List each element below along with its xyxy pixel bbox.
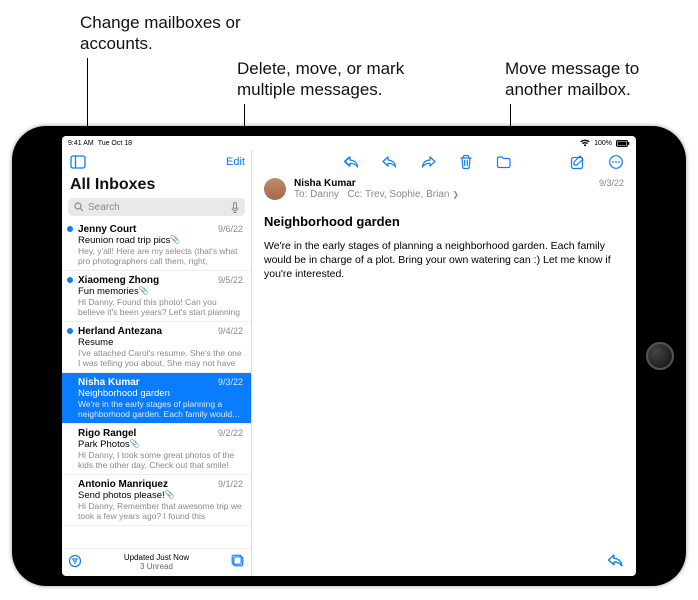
annotation-edit: Delete, move, or mark multiple messages.	[237, 58, 457, 101]
paperclip-icon: 📎	[170, 235, 180, 246]
status-battery-pct: 100%	[594, 140, 612, 147]
row-preview: Hi Danny, Found this photo! Can you beli…	[78, 297, 243, 317]
to-value: Danny	[310, 189, 339, 200]
paperclip-icon: 📎	[165, 490, 175, 501]
status-bar: 9:41 AM Tue Oct 18 100%	[62, 136, 636, 150]
compose-icon[interactable]	[568, 152, 588, 172]
annotation-text: Move message to another mailbox.	[505, 59, 639, 99]
row-subject: Send photos please!	[78, 490, 165, 501]
search-input[interactable]: Search	[68, 198, 245, 216]
annotation-text: Change mailboxes or accounts.	[80, 13, 241, 53]
ipad-frame: 9:41 AM Tue Oct 18 100% Edit	[12, 126, 686, 586]
row-date: 9/2/22	[218, 428, 243, 439]
cc-value: Trev, Sophie, Brian	[365, 189, 449, 200]
row-preview: We're in the early stages of planning a …	[78, 399, 243, 419]
cc-label: Cc:	[347, 189, 362, 200]
chevron-right-icon: ❯	[452, 190, 459, 199]
row-date: 9/5/22	[218, 275, 243, 286]
row-from: Herland Antezana	[78, 326, 218, 337]
avatar[interactable]	[264, 178, 286, 200]
row-preview: I've attached Carol's resume. She's the …	[78, 348, 243, 368]
paperclip-icon: 📎	[139, 286, 149, 297]
list-item[interactable]: Herland Antezana9/4/22 ResumeI've attache…	[62, 322, 251, 373]
row-date: 9/3/22	[218, 377, 243, 388]
status-updated: Updated Just Now	[88, 553, 225, 563]
list-item[interactable]: Rigo Rangel9/2/22 Park Photos📎Hi Danny, I…	[62, 424, 251, 475]
row-preview: Hi Danny, Remember that awesome trip we …	[78, 501, 243, 521]
sidebar-icon[interactable]	[68, 152, 88, 172]
row-subject: Fun memories	[78, 286, 139, 297]
row-from: Jenny Court	[78, 224, 218, 235]
mailbox-title: All Inboxes	[62, 174, 251, 198]
more-icon[interactable]	[606, 152, 626, 172]
message-body: We're in the early stages of planning a …	[264, 239, 624, 282]
annotation-mailboxes: Change mailboxes or accounts.	[80, 12, 280, 55]
message-subject: Neighborhood garden	[264, 214, 624, 229]
row-subject: Neighborhood garden	[78, 388, 170, 399]
to-label: To:	[294, 189, 307, 200]
battery-icon	[616, 140, 630, 147]
mic-icon[interactable]	[231, 202, 239, 213]
reply-icon[interactable]	[606, 550, 626, 570]
unread-dot	[67, 226, 73, 232]
screen: 9:41 AM Tue Oct 18 100% Edit	[62, 136, 636, 576]
filter-icon[interactable]	[68, 554, 82, 570]
trash-icon[interactable]	[456, 152, 476, 172]
row-subject: Park Photos	[78, 439, 130, 450]
annotation-move: Move message to another mailbox.	[505, 58, 685, 101]
unread-dot	[67, 277, 73, 283]
row-date: 9/4/22	[218, 326, 243, 337]
message-list-pane: Edit All Inboxes Search Jenny Court9/6/2…	[62, 150, 252, 576]
row-subject: Resume	[78, 337, 113, 348]
folder-icon[interactable]	[494, 152, 514, 172]
forward-icon[interactable]	[418, 152, 438, 172]
new-mailbox-icon[interactable]	[231, 554, 245, 570]
row-from: Nisha Kumar	[78, 377, 218, 388]
row-date: 9/6/22	[218, 224, 243, 235]
row-from: Rigo Rangel	[78, 428, 218, 439]
status-date: Tue Oct 18	[98, 140, 132, 147]
search-icon	[74, 202, 84, 212]
list-item[interactable]: Xiaomeng Zhong9/5/22 Fun memories📎Hi Dann…	[62, 271, 251, 322]
reply-icon[interactable]	[380, 152, 400, 172]
row-preview: Hi Danny, I took some great photos of th…	[78, 450, 243, 470]
message-recipients[interactable]: To: Danny Cc: Trev, Sophie, Brian ❯	[294, 189, 591, 200]
message-date: 9/3/22	[599, 178, 624, 188]
search-placeholder: Search	[88, 202, 227, 213]
row-from: Antonio Manriquez	[78, 479, 218, 490]
list-item[interactable]: Nisha Kumar9/3/22 Neighborhood gardenWe'r…	[62, 373, 251, 424]
reply-all-icon[interactable]	[342, 152, 362, 172]
row-date: 9/1/22	[218, 479, 243, 490]
row-preview: Hey, y'all! Here are my selects (that's …	[78, 246, 243, 266]
status-unread: 3 Unread	[88, 562, 225, 572]
wifi-icon	[580, 139, 590, 147]
row-subject: Reunion road trip pics	[78, 235, 170, 246]
edit-button[interactable]: Edit	[226, 156, 245, 168]
home-button[interactable]	[646, 342, 674, 370]
row-from: Xiaomeng Zhong	[78, 275, 218, 286]
unread-dot	[67, 328, 73, 334]
message-pane: Nisha Kumar To: Danny Cc: Trev, Sophie, …	[252, 150, 636, 576]
list-item[interactable]: Jenny Court9/6/22 Reunion road trip pics📎…	[62, 220, 251, 271]
list-item[interactable]: Antonio Manriquez9/1/22 Send photos pleas…	[62, 475, 251, 526]
paperclip-icon: 📎	[130, 439, 140, 450]
annotation-text: Delete, move, or mark multiple messages.	[237, 59, 404, 99]
status-time: 9:41 AM	[68, 140, 94, 147]
message-from[interactable]: Nisha Kumar	[294, 178, 591, 189]
